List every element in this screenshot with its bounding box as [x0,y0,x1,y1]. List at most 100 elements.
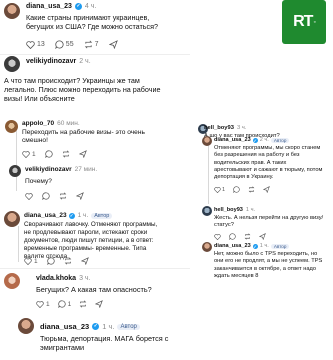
repost-count: 7 [94,41,99,48]
verified-icon: ✓ [92,323,100,330]
like-button[interactable]: 13 [26,40,45,49]
comment-button[interactable] [46,257,55,265]
like-count: 1 [222,186,226,193]
post-text: Бегущих? А какая там опасность? [36,285,152,294]
username[interactable]: hell_boy93 [204,125,234,131]
like-count: 1 [46,300,50,308]
post-time: 1 ч. [245,207,256,213]
avatar[interactable] [5,120,18,133]
username[interactable]: diana_usa_23 [214,137,251,143]
comment-icon [42,192,50,200]
post-text: Переходить на рабочие визы- это очень см… [22,129,145,145]
username[interactable]: diana_usa_23 [40,322,89,331]
avatar[interactable] [202,242,212,252]
post-actions: 1 [22,150,87,158]
post-text: А что там происходит? Украинцы же там ле… [4,76,161,104]
comment-button[interactable] [229,233,236,240]
thread-line [18,226,19,262]
heart-icon [24,257,32,265]
repost-button[interactable] [64,257,72,265]
thread-line [16,131,17,191]
comment-icon [57,300,66,308]
comment-button[interactable] [233,186,240,193]
thread-line [208,144,209,204]
post-time: 1 ч. [102,322,115,331]
repost-icon [84,40,92,49]
repost-icon [244,233,251,240]
comment-button[interactable]: 55 [55,40,74,49]
post-actions: 1 [214,186,271,193]
like-button[interactable]: 1 [22,151,36,158]
post-actions [25,192,84,200]
repost-icon [59,192,67,200]
divider [0,268,190,269]
repost-button[interactable] [62,150,70,158]
avatar[interactable] [202,206,212,216]
post-text: Жесть. А нельзя перейти на другую визу/ … [214,215,324,229]
avatar[interactable] [4,211,20,227]
avatar[interactable] [202,136,212,146]
repost-button[interactable]: 7 [84,40,99,49]
avatar[interactable] [4,3,20,19]
like-button[interactable] [25,192,33,200]
avatar[interactable] [18,318,34,334]
repost-button[interactable] [79,300,87,308]
share-icon [95,300,104,308]
heart-icon [214,233,221,240]
username[interactable]: diana_usa_23 [26,3,72,10]
comment-icon [229,233,236,240]
repost-button[interactable] [248,186,255,193]
username[interactable]: vlada.khoka [36,275,76,282]
like-count: 1 [32,150,36,158]
verified-icon: ✓ [252,243,258,249]
share-button[interactable] [95,300,104,308]
repost-button[interactable] [244,233,251,240]
comment-icon [44,150,53,158]
username[interactable]: appolo_70 [22,120,54,127]
verified-icon: ✓ [74,3,82,10]
verified-icon: ✓ [68,212,75,219]
post-time: 4 ч. [84,3,97,10]
username[interactable]: diana_usa_23 [214,243,251,249]
avatar[interactable] [4,273,20,289]
share-button[interactable] [263,186,271,193]
post-time: 27 мин. [74,166,98,173]
share-icon [263,186,271,193]
like-count: 13 [37,41,45,48]
comment-count: 1 [67,300,72,308]
post-text: Какие страны принимают украинцев, бегущи… [26,13,159,32]
share-button[interactable] [78,150,87,158]
like-button[interactable]: 1 [36,301,50,308]
comment-icon [55,40,64,49]
repost-icon [64,257,71,265]
avatar[interactable] [4,56,20,72]
like-button[interactable]: 1 [214,187,225,193]
rt-logo-text: RT [293,13,313,30]
right-thread-panel: hell_boy93 3 ч. А шо у вас там происходи… [196,92,333,360]
heart-icon [26,40,35,49]
comment-button[interactable] [44,150,53,158]
avatar[interactable] [9,165,21,177]
username[interactable]: diana_usa_23 [24,212,67,219]
repost-button[interactable] [59,192,67,200]
author-badge: Автор [270,137,290,143]
post-time: 1 ч. [259,243,269,249]
share-button[interactable] [80,257,89,265]
comment-button[interactable]: 1 [57,300,72,308]
repost-icon [79,300,87,308]
post-actions: 1 [24,257,89,265]
share-button[interactable] [108,40,118,49]
post-text: Отменяют программы, мы скоро станем без … [214,145,323,181]
post-time: 1 ч. [77,212,89,219]
username[interactable]: velikiydinozavr [26,58,76,65]
username[interactable]: hell_boy93 [214,207,243,213]
like-button[interactable] [214,233,221,240]
username[interactable]: velikiydinozavr [25,166,72,173]
like-button[interactable]: 1 [24,258,38,265]
share-button[interactable] [259,233,266,240]
comment-button[interactable] [42,192,50,200]
divider [0,54,190,55]
post-text: Сворачивают лавочку. Отменяют программы,… [24,221,158,261]
share-button[interactable] [76,192,84,200]
author-badge: Автор [117,323,140,330]
